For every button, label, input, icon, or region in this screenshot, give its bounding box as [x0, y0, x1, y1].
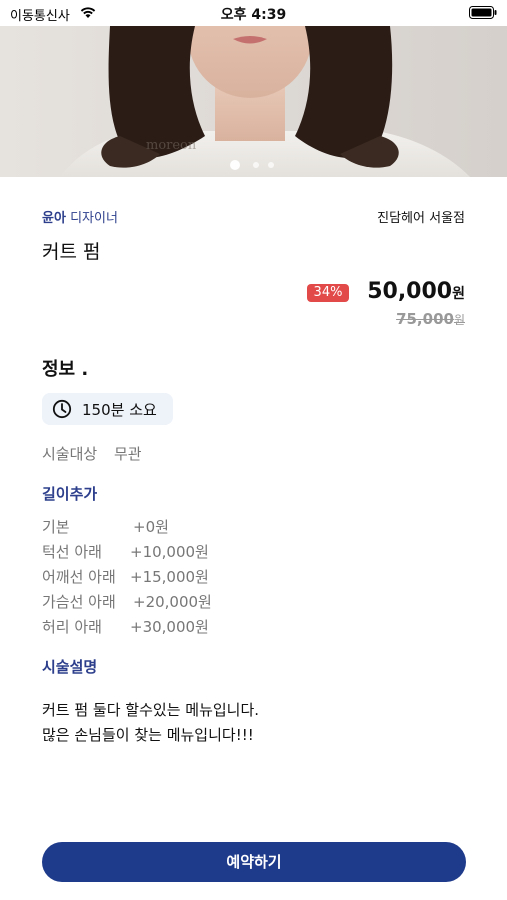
target-value: 무관	[114, 445, 142, 463]
length-option-price: +20,000원	[133, 593, 212, 611]
original-price-value: 75,000	[396, 310, 454, 328]
length-option-price: +0원	[133, 518, 169, 536]
duration-chip: 150분 소요	[42, 393, 173, 425]
duration-text: 150분 소요	[82, 401, 157, 419]
menu-title: 커트 펌	[42, 241, 101, 263]
length-option-price: +10,000원	[130, 543, 209, 561]
length-option-price: +30,000원	[130, 618, 209, 636]
length-extra-heading: 길이추가	[42, 485, 98, 503]
discount-badge: 34%	[307, 284, 349, 302]
description-line: 커트 펌 둘다 할수있는 메뉴입니다.	[42, 701, 260, 719]
info-heading: 정보 .	[42, 359, 89, 380]
designer-name: 윤아	[42, 211, 66, 226]
carousel-dot[interactable]	[253, 162, 259, 168]
length-option-name: 턱선 아래	[42, 543, 102, 561]
hero-photo	[0, 26, 507, 177]
status-time: 오후 4:39	[220, 7, 287, 23]
description-line: 많은 손님들이 찾는 메뉴입니다!!!	[42, 726, 254, 744]
sale-price-unit: 원	[452, 286, 465, 302]
carousel-dot-active[interactable]	[230, 160, 240, 170]
sale-price-value: 50,000	[367, 279, 453, 304]
status-bar: 이동통신사 오후 4:39	[0, 0, 507, 26]
designer-label[interactable]: 윤아 디자이너	[42, 207, 118, 226]
reserve-button[interactable]: 예약하기	[42, 842, 466, 882]
length-option-name: 어깨선 아래	[42, 568, 116, 586]
designer-role: 디자이너	[70, 211, 118, 226]
sale-price: 50,000원	[367, 279, 465, 304]
hero-image-carousel[interactable]: moreon	[0, 26, 507, 177]
length-option-name: 기본	[42, 518, 70, 536]
description-heading: 시술설명	[42, 658, 98, 676]
length-option-name: 가슴선 아래	[42, 593, 116, 611]
battery-icon	[469, 6, 497, 19]
clock-icon	[52, 399, 72, 419]
salon-name[interactable]: 진담헤어 서울점	[377, 207, 465, 226]
length-option-price: +15,000원	[130, 568, 209, 586]
description-text: 커트 펌 둘다 할수있는 메뉴입니다. 많은 손님들이 찾는 메뉴입니다!!!	[42, 698, 259, 748]
original-price-unit: 원	[453, 313, 465, 327]
length-option-name: 허리 아래	[42, 618, 102, 636]
carousel-dot[interactable]	[268, 162, 274, 168]
hero-watermark: moreon	[146, 138, 197, 153]
target-label: 시술대상	[42, 445, 98, 463]
original-price: 75,000원	[396, 310, 465, 328]
